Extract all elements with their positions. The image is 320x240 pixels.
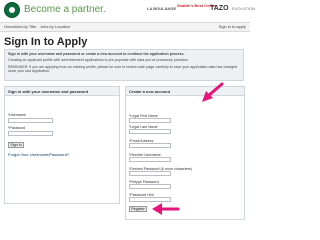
brand-evolution[interactable]: EVOLUTION (232, 6, 255, 11)
first-name-input[interactable] (129, 118, 171, 123)
create-heading: Create a new account (126, 87, 244, 96)
password-label: *Password (8, 126, 26, 130)
info-notice: Sign in with your username and password … (4, 49, 244, 81)
password-input[interactable] (8, 131, 53, 136)
email-input[interactable] (129, 143, 171, 148)
desired-password-input[interactable] (129, 171, 171, 176)
brand-tazo[interactable]: TAZO (210, 5, 229, 12)
username-label: *Username (8, 113, 26, 117)
register-button[interactable]: Register (129, 206, 147, 212)
username-input[interactable] (8, 118, 53, 123)
site-header: Become a partner. LA BOULANGE Seattle's … (0, 0, 255, 22)
tagline: Become a partner. (24, 4, 106, 15)
nav-signin-link[interactable]: Sign in to apply (219, 24, 246, 29)
page-title: Sign In to Apply (4, 36, 88, 48)
signin-button[interactable]: Sign In (8, 142, 24, 148)
notice-line-1: Sign in with your username and password … (8, 52, 185, 56)
nav-jobs-by-location[interactable]: Jobs by Location (40, 24, 70, 29)
create-account-panel: Create a new account *Legal First Name *… (125, 86, 245, 220)
starbucks-logo[interactable] (4, 2, 20, 18)
annotation-arrow-register-icon (152, 203, 180, 215)
signin-heading: Sign in with your username and password (5, 87, 119, 96)
brand-la-boulange[interactable]: LA BOULANGE (147, 6, 176, 11)
notice-line-3: REMINDER: If you are applying from an ex… (8, 65, 238, 74)
nav-jobs-by-title[interactable]: Jobs by Title (14, 24, 36, 29)
signin-panel: Sign in with your username and password … (4, 86, 120, 204)
last-name-input[interactable] (129, 129, 171, 134)
username-create-input[interactable] (129, 157, 171, 162)
retype-password-input[interactable] (129, 184, 171, 189)
top-nav: Home Jobs by Title Jobs by Location Sign… (0, 22, 250, 32)
notice-line-2: Creating an applicant profile with adver… (8, 58, 189, 62)
annotation-arrow-create-icon (202, 82, 224, 102)
forgot-credentials-link[interactable]: Forgot Your Username/Password? (8, 152, 69, 157)
